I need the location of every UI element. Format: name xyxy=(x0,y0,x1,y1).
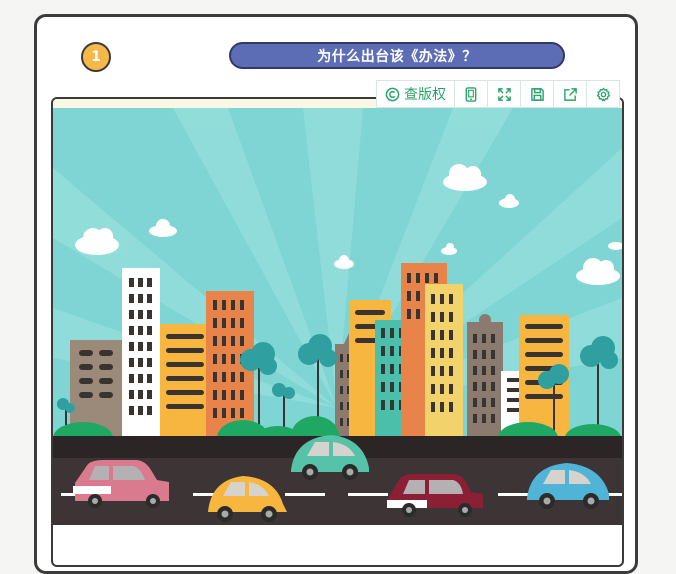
city-illustration xyxy=(53,108,622,525)
step-number-badge: 1 xyxy=(81,42,111,72)
image-toolbar: 查版权 xyxy=(376,80,620,108)
fullscreen-icon xyxy=(497,87,512,102)
copyright-check-label: 查版权 xyxy=(404,87,446,103)
phone-preview-button[interactable] xyxy=(455,81,488,107)
phone-preview-icon xyxy=(464,86,478,102)
settings-button[interactable] xyxy=(587,81,619,107)
share-icon xyxy=(563,87,578,102)
share-button[interactable] xyxy=(554,81,587,107)
step-number: 1 xyxy=(91,49,101,65)
section-title-text: 为什么出台该《办法》？ xyxy=(317,48,477,65)
building-yellow-left xyxy=(160,324,210,438)
section-title: 为什么出台该《办法》？ xyxy=(229,42,565,69)
copyright-check-button[interactable]: 查版权 xyxy=(377,81,455,107)
copyright-icon xyxy=(385,87,400,102)
tower-grey-right xyxy=(467,314,503,438)
building-white-tall xyxy=(122,268,160,438)
fullscreen-button[interactable] xyxy=(488,81,521,107)
settings-icon xyxy=(596,86,611,102)
save-icon xyxy=(530,87,545,102)
save-button[interactable] xyxy=(521,81,554,107)
building-yellow-right xyxy=(425,284,463,438)
